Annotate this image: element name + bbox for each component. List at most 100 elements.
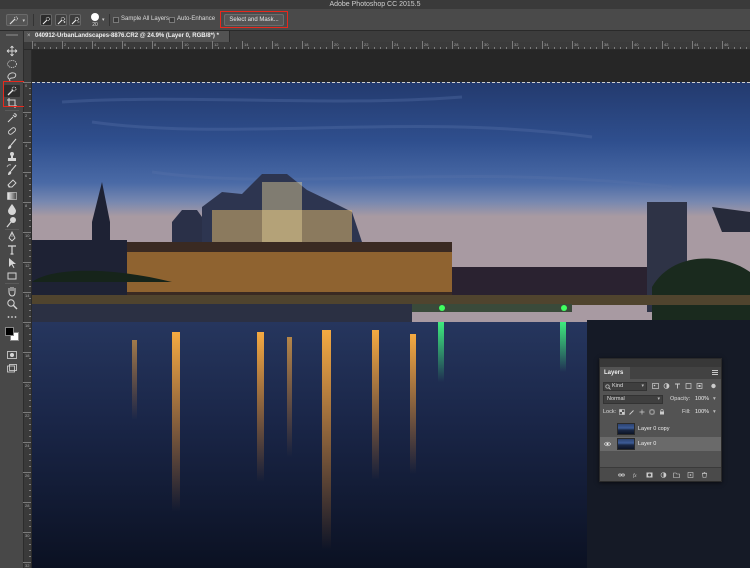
type-tool-icon[interactable] [4,244,20,256]
layer-visibility-toggle[interactable] [604,426,611,432]
lock-position-icon[interactable] [639,409,645,415]
pen-tool-icon[interactable] [4,231,20,243]
auto-enhance-checkbox[interactable] [169,17,175,23]
quick-mask-icon[interactable] [4,349,20,361]
ruler-minor-tick [554,47,555,49]
ruler-minor-tick [29,184,31,185]
adjustment-filter-icon[interactable] [663,383,670,389]
smart-object-filter-icon[interactable] [696,383,703,389]
ruler-minor-tick [524,47,525,49]
ruler-minor-tick [206,47,207,49]
eye-icon[interactable] [604,441,611,447]
subtract-from-selection-button[interactable] [69,14,81,26]
filter-toggle-icon[interactable] [710,383,717,389]
panel-header[interactable] [600,359,721,367]
blend-mode-select[interactable]: Normal ▾ [603,395,663,404]
ruler-minor-tick [260,47,261,49]
trash-icon[interactable] [701,472,708,478]
eraser-tool-icon[interactable] [4,177,20,189]
sample-all-layers-checkbox[interactable] [113,17,119,23]
add-to-selection-button[interactable] [55,14,67,26]
blur-tool-icon[interactable] [4,203,20,215]
type-filter-icon[interactable] [674,383,681,389]
ruler-minor-tick [29,544,31,545]
panel-menu-icon[interactable] [712,370,718,375]
edit-toolbar-icon[interactable] [4,311,20,323]
history-brush-tool-icon[interactable] [4,164,20,176]
ruler-minor-tick [320,47,321,49]
brush-tip-icon [91,13,99,21]
ruler-minor-tick [428,47,429,49]
layer-row[interactable]: Layer 0 copy [600,422,721,436]
new-layer-icon[interactable] [687,472,694,478]
crop-tool-icon[interactable] [4,97,20,109]
add-mask-icon[interactable] [646,472,653,478]
ruler-minor-tick [29,124,31,125]
lock-pixels-icon[interactable] [629,409,635,415]
options-divider [33,14,34,26]
ruler-minor-tick [230,47,231,49]
ruler-minor-tick [164,47,165,49]
document-tab[interactable]: × 040912-UrbanLandscapes-8876.CR2 @ 24.9… [24,31,230,42]
ruler-minor-tick [29,100,31,101]
move-tool-icon[interactable] [4,45,20,57]
layer-row[interactable]: Layer 0 [600,437,721,451]
ruler-minor-tick [596,47,597,49]
tool-preset-picker[interactable]: ▾ [6,14,28,26]
layer-style-icon[interactable]: fx [633,472,640,478]
adjustment-layer-icon[interactable] [660,472,667,478]
fill-value[interactable]: 100% [695,409,709,415]
color-swatches-icon[interactable] [4,326,20,342]
document-photo[interactable] [32,82,750,568]
kind-filter-select[interactable]: Kind ▾ [603,382,647,391]
new-selection-button[interactable] [40,14,52,26]
eyedropper-tool-icon[interactable] [4,112,20,124]
marquee-tool-icon[interactable] [4,58,20,70]
ruler-minor-tick [218,47,219,49]
close-icon[interactable]: × [27,33,31,39]
shape-filter-icon[interactable] [685,383,692,389]
ruler-minor-tick [29,274,31,275]
ruler-minor-tick [29,256,31,257]
vertical-ruler[interactable]: 0 2 4 6 8 10 12 14 16 18 20 22 24 26 28 30 32 [23,50,32,568]
brush-size-picker[interactable]: 20 [88,12,102,29]
app-title: Adobe Photoshop CC 2015.5 [329,1,421,8]
brush-tool-icon[interactable] [4,138,20,150]
chevron-down-icon[interactable]: ▾ [713,396,716,402]
screen-mode-icon[interactable] [4,363,20,375]
horizontal-ruler[interactable]: 0 2 4 6 8 10 12 14 16 18 20 22 24 26 28 30 32 34 36 38 40 42 4… [24,41,750,50]
select-and-mask-button[interactable]: Select and Mask... [224,14,284,26]
hand-tool-icon[interactable] [4,285,20,297]
new-group-icon[interactable] [673,472,680,478]
ruler-tick [92,41,93,49]
toolbar-grip[interactable] [6,34,18,36]
tab-layers[interactable]: Layers [600,367,630,379]
ruler-minor-tick [29,418,31,419]
pixel-filter-icon[interactable] [652,383,659,389]
ruler-minor-tick [488,47,489,49]
dodge-tool-icon[interactable] [4,216,20,228]
healing-brush-tool-icon[interactable] [4,125,20,137]
ruler-minor-tick [29,310,31,311]
zoom-tool-icon[interactable] [4,298,20,310]
rectangle-tool-icon[interactable] [4,270,20,282]
ruler-minor-tick [704,47,705,49]
clone-stamp-tool-icon[interactable] [4,151,20,163]
lasso-tool-icon[interactable] [4,71,20,83]
ruler-minor-tick [356,47,357,49]
ruler-minor-tick [116,47,117,49]
quick-selection-tool-icon[interactable] [4,85,20,97]
link-layers-icon[interactable] [618,472,625,478]
ruler-minor-tick [29,94,31,95]
path-selection-tool-icon[interactable] [4,257,20,269]
ruler-minor-tick [674,47,675,49]
lock-artboard-icon[interactable] [649,409,655,415]
gradient-tool-icon[interactable] [4,190,20,202]
ruler-minor-tick [29,550,31,551]
lock-all-icon[interactable] [659,409,665,415]
chevron-down-icon[interactable]: ▾ [713,409,716,415]
ruler-minor-tick [326,47,327,49]
svg-text:fx: fx [633,474,637,478]
lock-transparency-icon[interactable] [619,409,625,415]
opacity-value[interactable]: 100% [695,396,709,402]
